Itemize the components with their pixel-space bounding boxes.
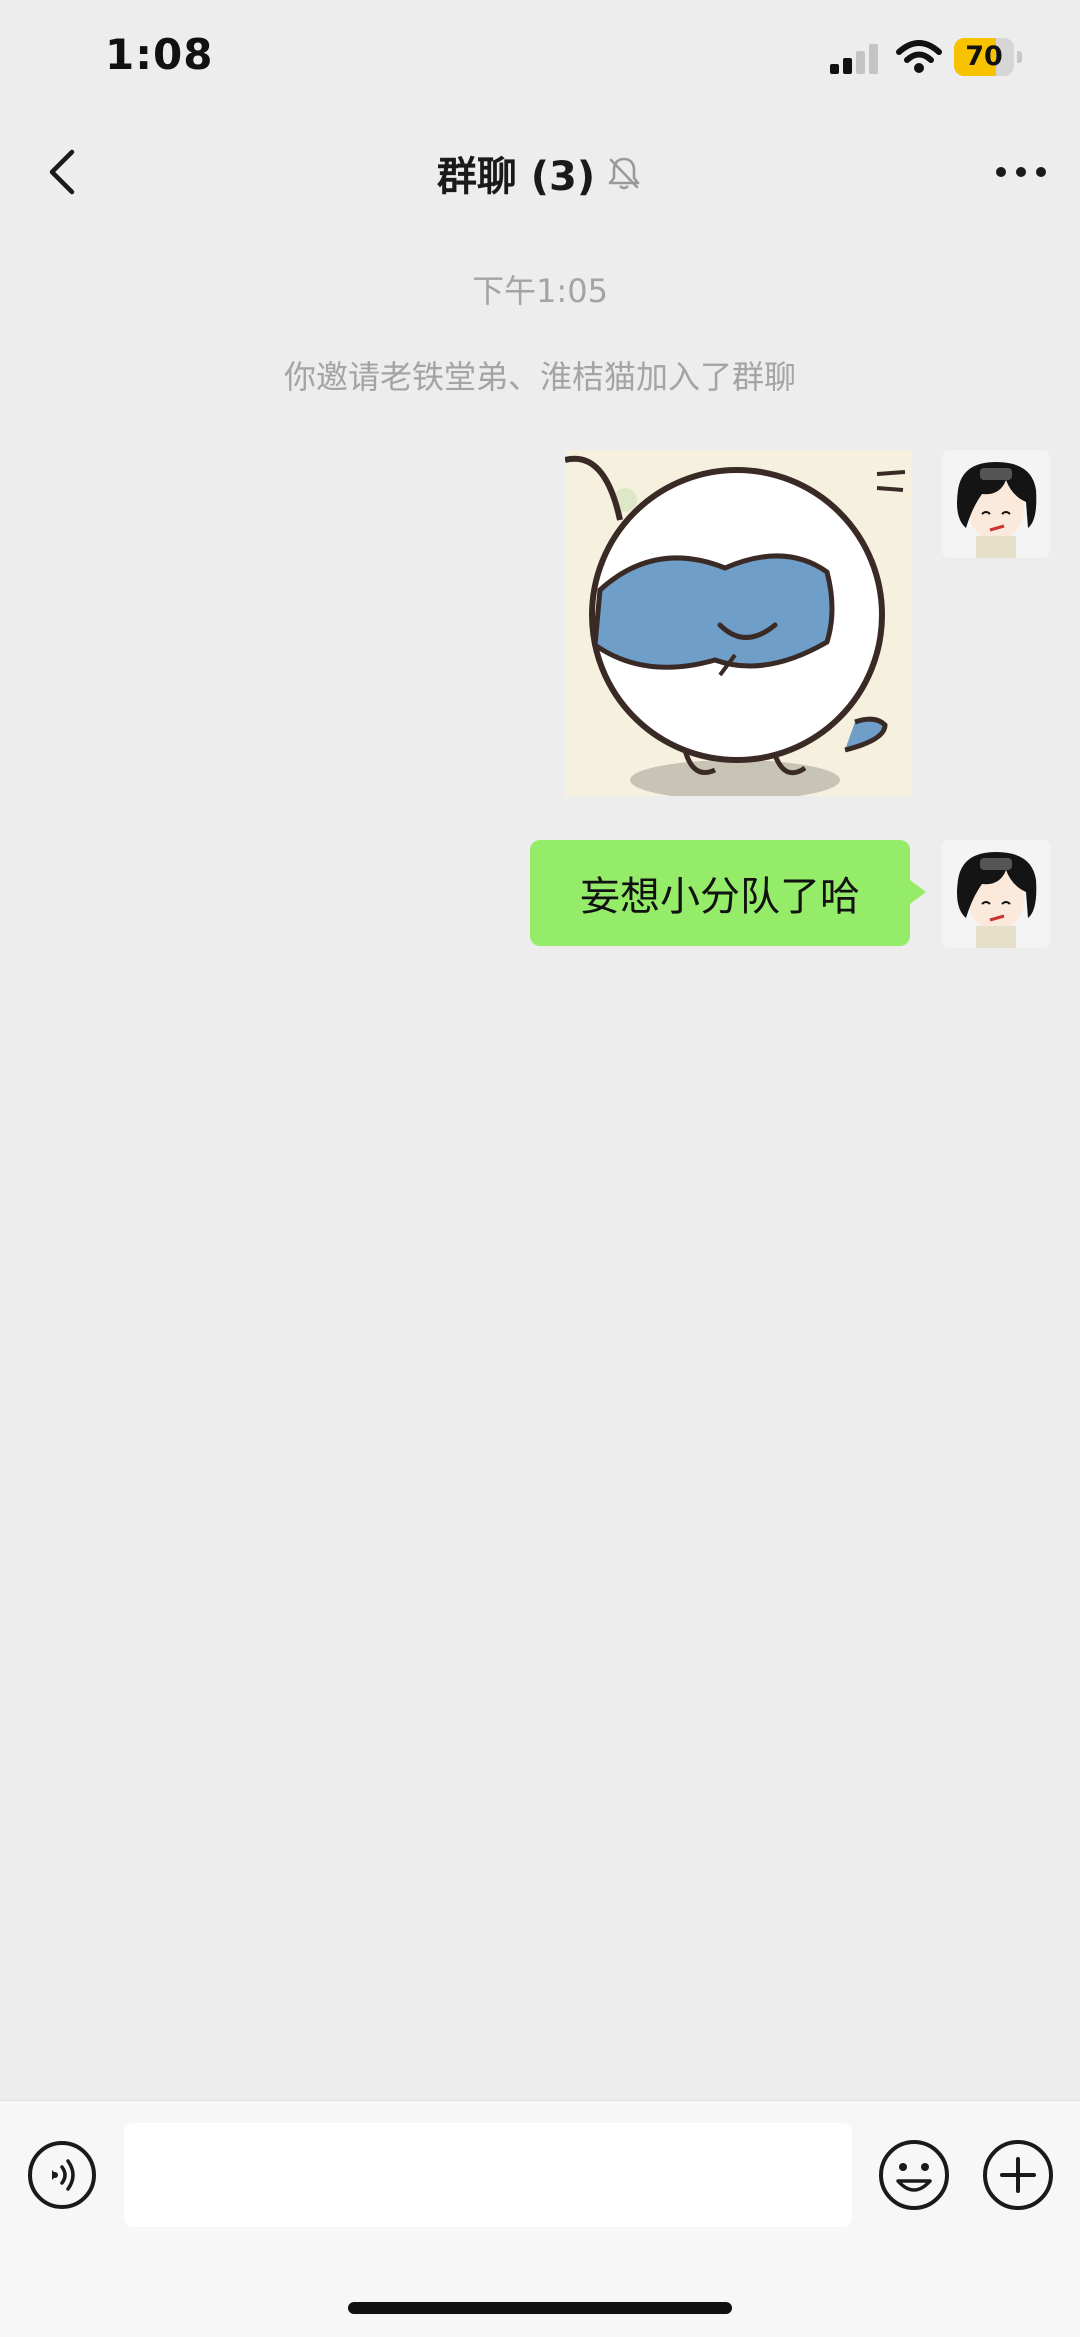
more-options-button[interactable]	[986, 140, 1056, 204]
battery-indicator: 70	[954, 38, 1022, 76]
message-timestamp: 下午1:05	[472, 272, 608, 310]
message-bubble[interactable]: 妄想小分队了哈	[530, 840, 926, 946]
cellular-signal-icon	[830, 44, 878, 74]
voice-input-button[interactable]	[26, 2139, 98, 2211]
chevron-left-icon	[49, 149, 75, 195]
more-functions-button[interactable]	[980, 2137, 1056, 2213]
back-button[interactable]	[30, 140, 94, 204]
chat-screen: 1:08 70 群聊 (3) 下午1:05 你邀请老铁堂弟、淮桔猫加入了群聊 妄…	[0, 0, 1080, 2337]
sticker-message[interactable]	[565, 450, 911, 796]
wifi-icon	[896, 40, 942, 73]
nav-bar: 群聊 (3)	[0, 120, 1080, 226]
emoji-icon	[879, 2140, 949, 2210]
chat-title: 群聊 (3)	[436, 154, 596, 200]
system-message: 你邀请老铁堂弟、淮桔猫加入了群聊	[283, 358, 796, 396]
status-bar: 1:08 70	[0, 0, 1080, 120]
home-indicator[interactable]	[348, 2302, 732, 2314]
status-time: 1:08	[105, 30, 214, 79]
chat-message-list[interactable]: 下午1:05 你邀请老铁堂弟、淮桔猫加入了群聊 妄想小分队了哈	[0, 226, 1080, 2100]
message-text: 妄想小分队了哈	[580, 874, 860, 920]
avatar[interactable]	[942, 840, 1050, 948]
battery-level: 70	[965, 41, 1003, 72]
emoji-button[interactable]	[876, 2137, 952, 2213]
plus-icon	[983, 2140, 1053, 2210]
message-input[interactable]	[124, 2123, 852, 2227]
voice-icon	[28, 2141, 96, 2209]
bell-slash-icon	[605, 154, 643, 192]
avatar[interactable]	[942, 450, 1050, 558]
ellipsis-icon	[996, 167, 1046, 177]
